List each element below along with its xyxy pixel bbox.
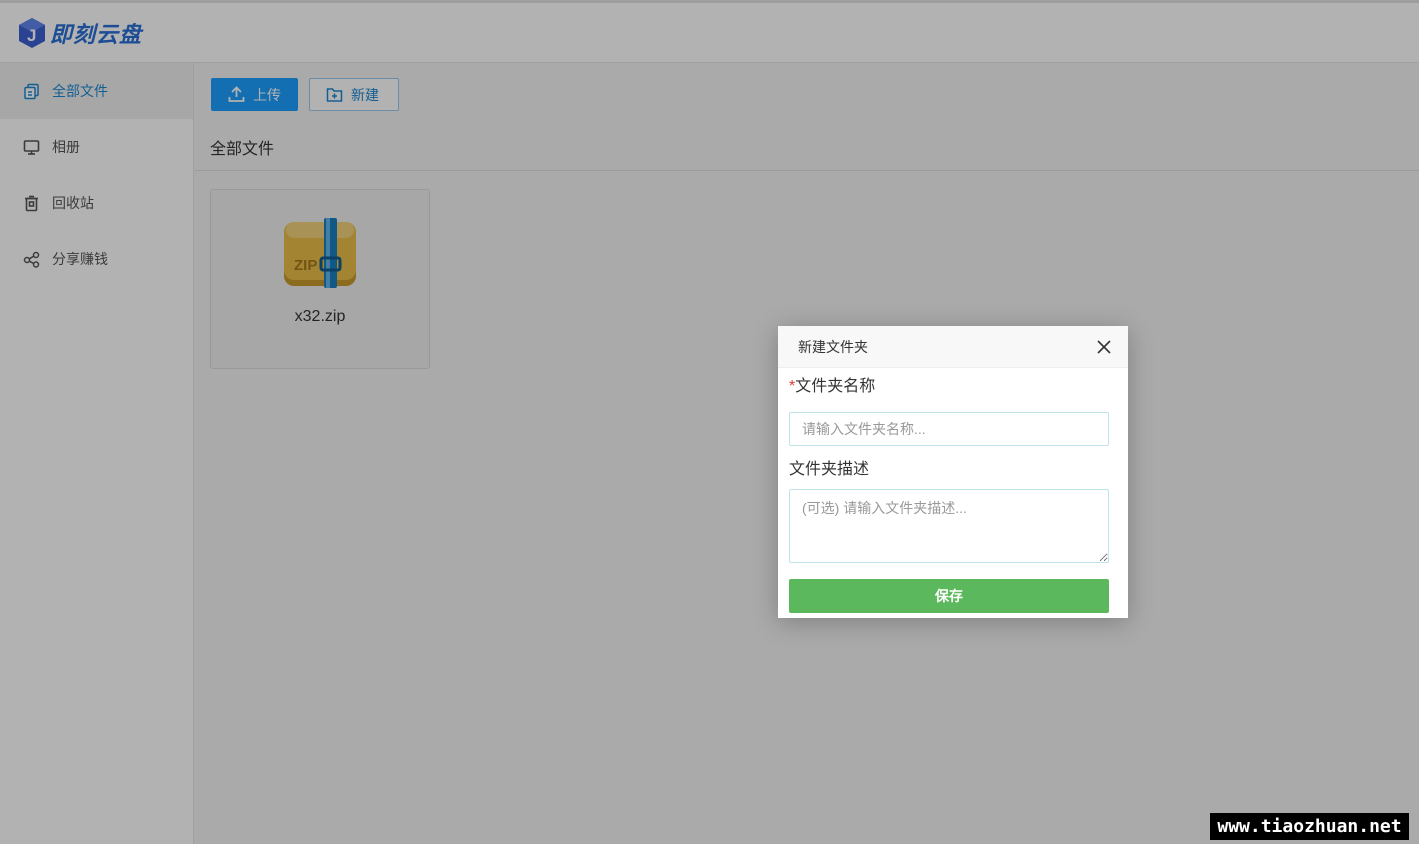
dialog-header: 新建文件夹 [778,326,1128,368]
dialog-title: 新建文件夹 [798,338,868,355]
folder-description-textarea[interactable] [789,489,1109,563]
watermark: www.tiaozhuan.net [1210,813,1409,840]
new-folder-dialog: 新建文件夹 *文件夹名称 文件夹描述 保存 [778,326,1128,618]
close-icon[interactable] [1096,339,1112,355]
save-button[interactable]: 保存 [789,579,1109,613]
folder-name-label-text: 文件夹名称 [795,378,876,395]
folder-name-label: *文件夹名称 [789,376,1109,398]
dialog-body: *文件夹名称 文件夹描述 保存 [778,368,1128,613]
folder-description-label: 文件夹描述 [789,461,870,478]
modal-overlay[interactable] [0,0,1419,844]
folder-name-input[interactable] [789,412,1109,446]
